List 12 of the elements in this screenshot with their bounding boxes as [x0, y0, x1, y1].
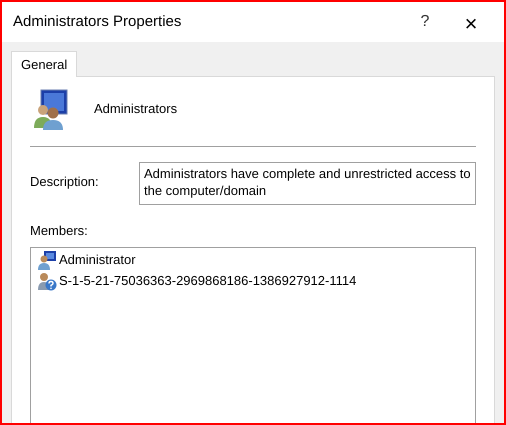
- user-question-icon: [37, 271, 57, 291]
- window-title: Administrators Properties: [13, 12, 182, 32]
- close-button[interactable]: ×: [448, 7, 494, 37]
- members-label: Members:: [30, 222, 89, 240]
- help-button[interactable]: ?: [402, 7, 448, 37]
- user-computer-icon: [37, 250, 57, 270]
- description-field[interactable]: Administrators have complete and unrestricted access to the computer/domain: [139, 162, 476, 205]
- tab[interactable]: General: [11, 51, 78, 77]
- member-name[interactable]: S-1-5-21-75036363-2969868186-1386927912-1114: [59, 271, 356, 291]
- member-name[interactable]: Administrator: [59, 250, 136, 270]
- description-label: Description:: [30, 173, 100, 191]
- group-name: Administrators: [94, 100, 178, 118]
